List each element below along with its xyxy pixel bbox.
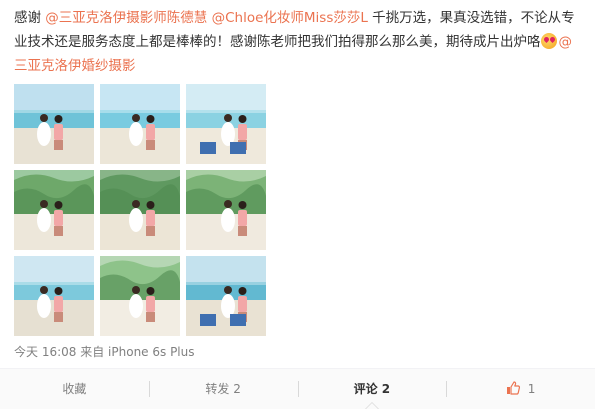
post-meta: 今天 16:08 来自 iPhone 6s Plus [14,343,195,360]
photo-couple-sitting-sand-greenery[interactable] [186,170,266,250]
photo-couple-beach-sitting[interactable] [14,84,94,164]
photo-couple-walking-beach[interactable] [14,256,94,336]
photo-couple-seated-trees[interactable] [100,170,180,250]
photo-couple-kiss-closeup[interactable] [100,256,180,336]
like-count: 1 [527,382,536,396]
favorite-label: 收藏 [62,382,87,396]
like-button[interactable]: 1 [446,369,595,409]
mention-link[interactable]: @三亚克洛伊摄影师陈德慧 [45,10,207,26]
comment-button[interactable]: 评论 2 [297,369,447,409]
thumbs-up-icon [506,381,520,395]
post-time[interactable]: 今天 16:08 [14,345,76,359]
comment-label: 评论 2 [353,382,391,396]
active-tab-caret-icon [364,402,379,409]
photo-couple-sand-forest-background[interactable] [14,170,94,250]
photo-couple-arms-raised-beach[interactable] [100,84,180,164]
photo-couple-closeup-beach-chair[interactable] [186,84,266,164]
action-bar: 收藏 转发 2 评论 2 1 [0,368,595,409]
repost-button[interactable]: 转发 2 [148,369,298,409]
mention-link[interactable]: @Chloe化妆师Miss莎莎L [212,10,368,26]
post-source: 来自 iPhone 6s Plus [80,345,195,359]
heart-eyes-emoji-icon [540,33,557,49]
post-body-text: 感谢 [14,10,46,26]
photo-couple-beach-chairs-back-view[interactable] [186,256,266,336]
photo-gallery [14,84,266,336]
post-text: 感谢 @三亚克洛伊摄影师陈德慧 @Chloe化妆师Miss莎莎L 千挑万选，果真… [14,6,582,78]
favorite-button[interactable]: 收藏 [0,369,149,409]
repost-label: 转发 2 [205,382,241,396]
